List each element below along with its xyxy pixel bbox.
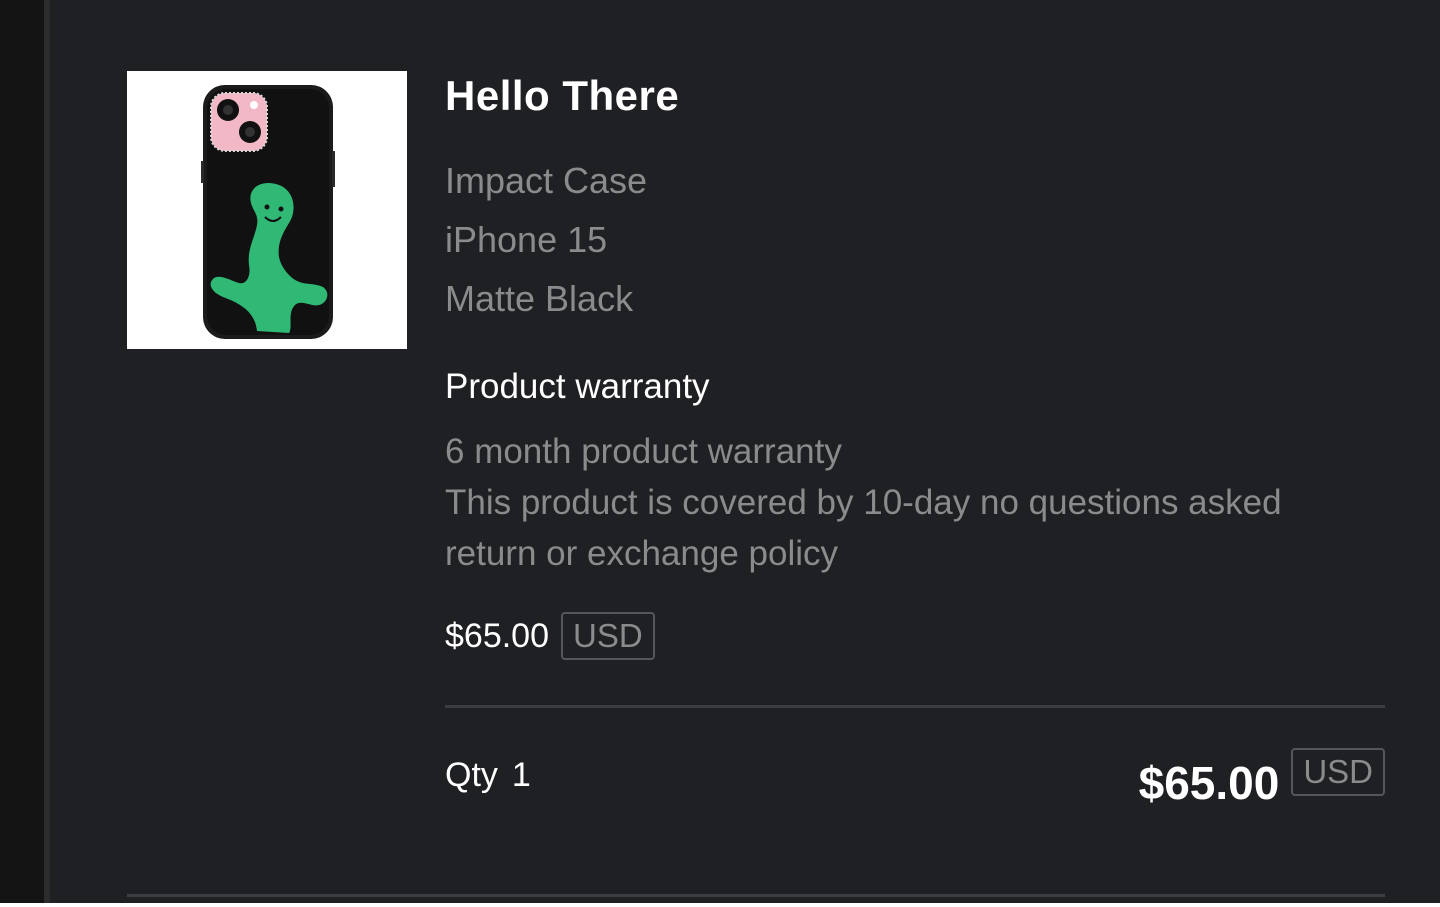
product-title[interactable]: Hello There — [445, 72, 679, 120]
total-currency-badge: USD — [1291, 748, 1385, 796]
left-rail — [0, 0, 44, 907]
unit-price: $65.00 — [445, 616, 549, 655]
variant-device: iPhone 15 — [445, 219, 608, 260]
qty-value: 1 — [511, 756, 531, 794]
line-total: $65.00 — [1138, 757, 1280, 809]
line-total-row: $65.00 USD — [1139, 748, 1385, 810]
section-divider — [445, 705, 1385, 708]
qty-label: Qty — [445, 756, 498, 794]
bottom-edge — [0, 903, 1440, 907]
phone-case-image — [201, 85, 335, 339]
currency-badge: USD — [561, 612, 655, 660]
warranty-heading: Product warranty — [445, 367, 710, 406]
quantity: Qty 1 — [445, 756, 531, 795]
variant-case-type: Impact Case — [445, 160, 648, 201]
variant-color: Matte Black — [445, 278, 634, 319]
warranty-policy: This product is covered by 10-day no que… — [445, 483, 1282, 573]
product-thumbnail[interactable] — [127, 71, 407, 349]
bottom-divider — [127, 894, 1385, 897]
warranty-description: 6 month product warranty This product is… — [445, 426, 1325, 579]
warranty-duration: 6 month product warranty — [445, 432, 842, 471]
unit-price-row: $65.00 USD — [445, 612, 655, 660]
